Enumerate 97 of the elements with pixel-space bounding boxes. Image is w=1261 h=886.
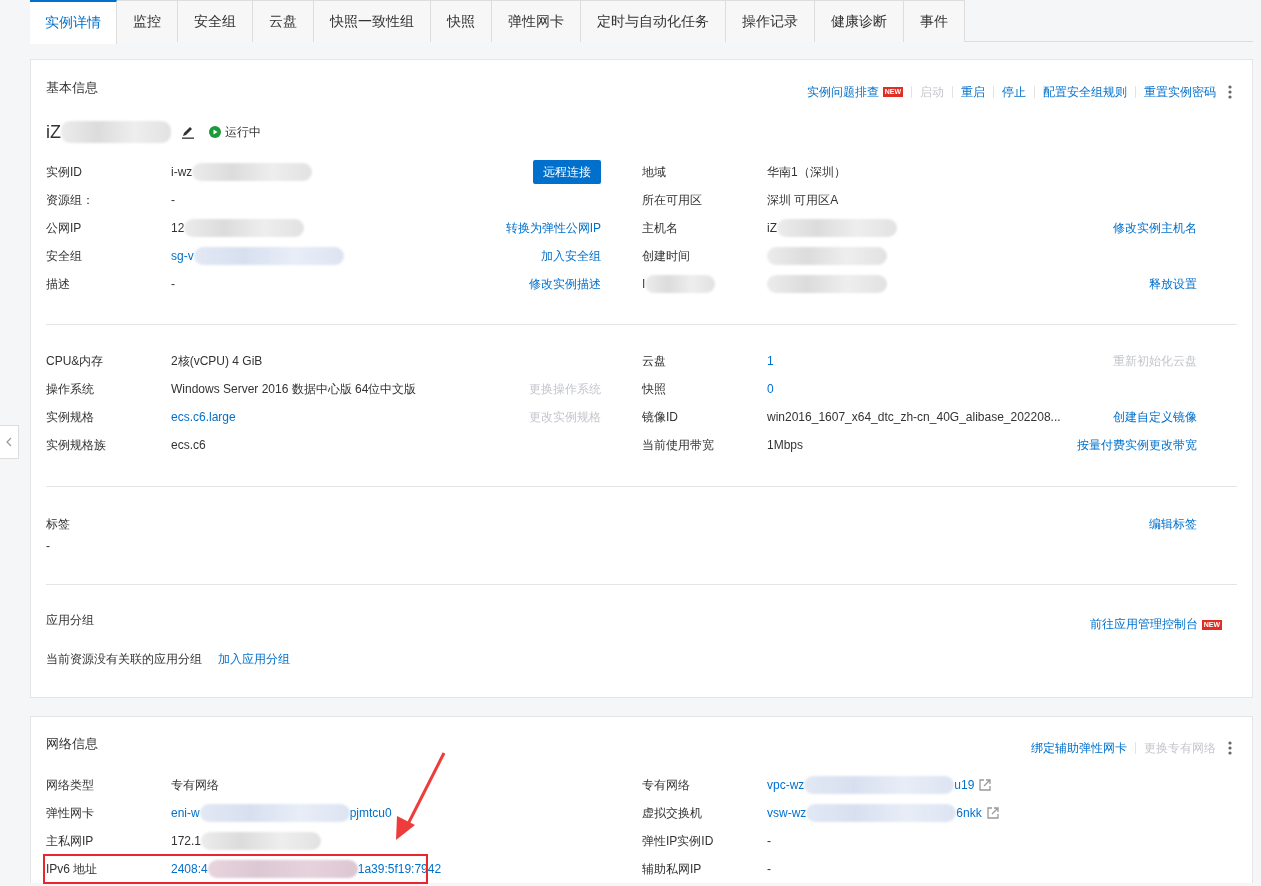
field-label: 实例ID: [46, 163, 82, 181]
section-title: 标签: [46, 516, 70, 533]
field-value: 专有网络: [171, 776, 219, 794]
value-link[interactable]: vsw-wz: [767, 806, 807, 820]
action-link[interactable]: 实例问题排查: [806, 85, 879, 98]
tab[interactable]: 定时与自动化任务: [581, 0, 726, 42]
field-value: -: [767, 834, 771, 848]
action-link[interactable]: 重置实例密码: [1144, 85, 1216, 98]
more-icon[interactable]: [1228, 741, 1232, 755]
status-icon: [209, 126, 221, 138]
tab[interactable]: 操作记录: [726, 0, 815, 42]
field-label: 实例规格族: [46, 436, 106, 454]
value-link[interactable]: vpc-wz: [767, 778, 805, 792]
action-link[interactable]: 修改实例描述: [529, 275, 601, 293]
field-label: 主机名: [642, 219, 678, 237]
field-label: 辅助私网IP: [642, 860, 702, 878]
chevron-left-icon: [6, 437, 12, 447]
value-link[interactable]: eni-w: [171, 806, 200, 820]
value-link[interactable]: 2408:4: [171, 862, 208, 876]
action-link[interactable]: 转换为弹性公网IP: [505, 219, 601, 237]
field-label: IPv6 地址: [46, 860, 98, 878]
section-title: 基本信息: [46, 78, 98, 97]
more-icon[interactable]: [1228, 84, 1232, 99]
action-link[interactable]: 修改实例主机名: [1113, 219, 1197, 237]
field-value: win2016_1607_x64_dtc_zh-cn_40G_alibase_202208...: [767, 410, 1061, 424]
action-link[interactable]: 创建自定义镜像: [1113, 408, 1197, 426]
field-label: 创建时间: [642, 247, 690, 265]
field-value: 1Mbps: [767, 438, 804, 452]
field-value: 2核(vCPU) 4 GiB: [171, 352, 263, 370]
instance-name: iZ: [46, 121, 61, 143]
field-label: 安全组: [46, 247, 82, 265]
action-link[interactable]: 前往应用管理控制台: [1089, 616, 1198, 633]
remote-connect-button[interactable]: 远程连接: [533, 160, 601, 184]
field-label: 虚拟交换机: [642, 804, 702, 822]
empty-note: 当前资源没有关联的应用分组: [46, 651, 202, 668]
field-label: 公网IP: [46, 219, 82, 237]
value-link[interactable]: 1: [767, 354, 774, 368]
field-value: Windows Server 2016 数据中心版 64位中文版: [171, 380, 417, 398]
field-value: i-wz: [171, 165, 193, 179]
field-value: 172.1: [171, 834, 202, 848]
field-value: 深圳 可用区A: [767, 191, 839, 209]
value-link[interactable]: 6nkk: [956, 806, 982, 820]
field-label: 资源组：: [46, 191, 94, 209]
external-link-icon[interactable]: [979, 779, 992, 791]
value-link[interactable]: pjmtcu0: [349, 806, 392, 820]
external-link-icon[interactable]: [986, 807, 999, 819]
field-value: -: [171, 193, 175, 207]
field-label: 当前使用带宽: [642, 436, 714, 454]
field-value: 华南1（深圳）: [767, 163, 846, 181]
tab[interactable]: 快照一致性组: [314, 0, 431, 42]
collapse-handle[interactable]: [0, 425, 19, 459]
edit-icon[interactable]: [181, 125, 195, 139]
field-value: ecs.c6: [171, 438, 206, 452]
field-value: -: [46, 539, 51, 553]
tab[interactable]: 事件: [904, 0, 965, 42]
field-value: iZ: [767, 221, 777, 235]
field-value: -: [767, 862, 771, 876]
field-label: 主私网IP: [46, 832, 94, 850]
tab[interactable]: 快照: [431, 0, 492, 42]
field-label: 专有网络: [642, 776, 690, 794]
field-label: 云盘: [642, 352, 666, 370]
field-label: 描述: [46, 275, 70, 293]
tab[interactable]: 弹性网卡: [492, 0, 581, 42]
tab[interactable]: 健康诊断: [815, 0, 904, 42]
field-label: 操作系统: [46, 380, 94, 398]
field-label: 所在可用区: [642, 191, 702, 209]
tab[interactable]: 安全组: [178, 0, 253, 42]
field-label: 实例规格: [46, 408, 94, 426]
field-value: 12: [171, 221, 185, 235]
field-label: 弹性网卡: [46, 804, 94, 822]
action-link[interactable]: 编辑标签: [1149, 516, 1197, 533]
action-link[interactable]: 加入安全组: [541, 247, 601, 265]
field-label: 地域: [642, 163, 666, 181]
field-label: CPU&内存: [46, 352, 104, 370]
action-link[interactable]: 停止: [1002, 85, 1026, 98]
field-label: 镜像ID: [642, 408, 678, 426]
tab[interactable]: 实例详情: [30, 0, 117, 44]
field-value: -: [171, 277, 175, 291]
add-group-link[interactable]: 加入应用分组: [218, 651, 290, 668]
value-link[interactable]: u19: [954, 778, 975, 792]
value-link[interactable]: sg-v: [171, 249, 194, 263]
tab[interactable]: 监控: [117, 0, 178, 42]
section-title: 应用分组: [46, 612, 94, 629]
field-label: 快照: [642, 380, 666, 398]
field-label: I: [642, 277, 646, 291]
status-label: 运行中: [225, 123, 261, 141]
field-label: 弹性IP实例ID: [642, 832, 714, 850]
action-link[interactable]: 配置安全组规则: [1043, 85, 1127, 98]
action-link[interactable]: 释放设置: [1149, 275, 1197, 293]
tab[interactable]: 云盘: [253, 0, 314, 42]
value-link[interactable]: 0: [767, 382, 774, 396]
action-link[interactable]: 绑定辅助弹性网卡: [1031, 742, 1127, 754]
section-title: 网络信息: [46, 735, 98, 753]
field-label: 网络类型: [46, 776, 94, 794]
action-link[interactable]: 按量付费实例更改带宽: [1077, 436, 1197, 454]
action-link[interactable]: 重启: [961, 85, 985, 98]
value-link[interactable]: ecs.c6.large: [171, 410, 236, 424]
